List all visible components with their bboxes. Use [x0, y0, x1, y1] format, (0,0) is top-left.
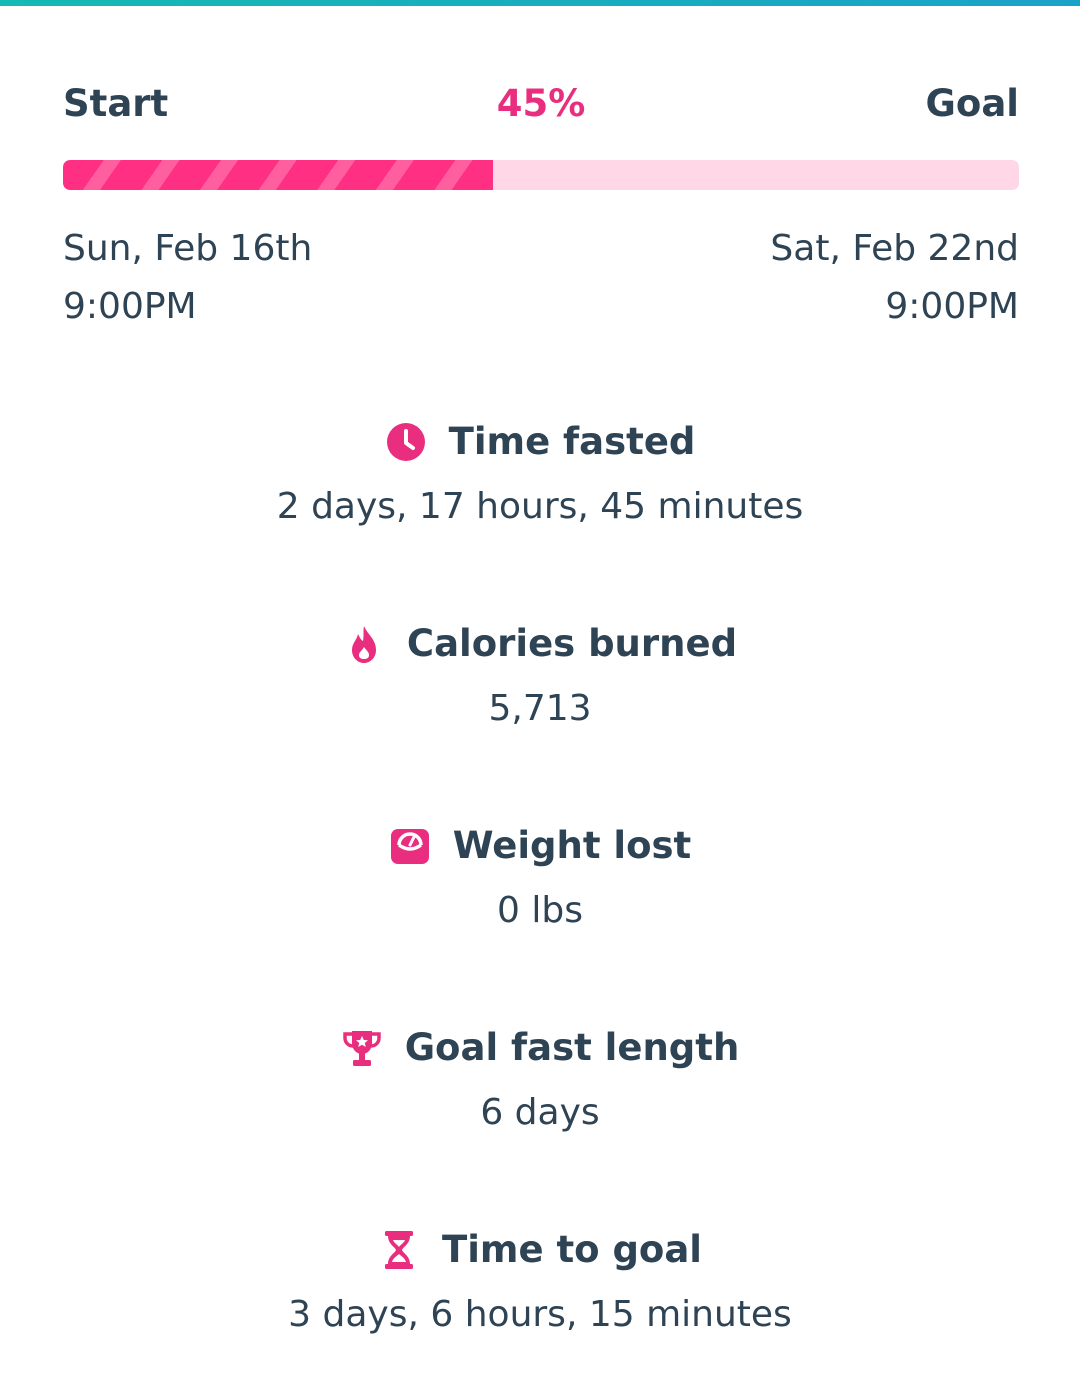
flame-icon [343, 623, 385, 665]
trophy-icon [341, 1027, 383, 1069]
fast-progress-screen: Start 45% Goal Sun, Feb 16th 9:00PM Sat,… [0, 0, 1080, 1383]
hourglass-icon [378, 1229, 420, 1271]
stat-title: Time fasted [448, 420, 696, 463]
progress-bar [63, 160, 1019, 190]
clock-icon [385, 421, 427, 463]
progress-header: Start 45% Goal [63, 80, 1019, 128]
stat-value: 2 days, 17 hours, 45 minutes [276, 486, 804, 527]
start-datetime: Sun, Feb 16th 9:00PM [63, 220, 312, 336]
stat-weight-lost: Weight lost 0 lbs [0, 822, 1080, 935]
progress-bar-fill [63, 160, 494, 190]
start-time: 9:00PM [63, 286, 197, 327]
stat-calories-burned: Calories burned 5,713 [0, 620, 1080, 733]
stat-title: Goal fast length [404, 1026, 740, 1069]
goal-datetime: Sat, Feb 22nd 9:00PM [770, 220, 1019, 336]
stat-time-to-goal: Time to goal 3 days, 6 hours, 15 minutes [0, 1226, 1080, 1339]
stat-value: 3 days, 6 hours, 15 minutes [288, 1294, 792, 1335]
stat-title: Time to goal [442, 1228, 702, 1271]
scale-icon [389, 825, 431, 867]
stat-value: 0 lbs [497, 890, 583, 931]
start-date: Sun, Feb 16th [63, 228, 313, 269]
stat-title: Calories burned [406, 622, 738, 665]
goal-time: 9:00PM [885, 286, 1019, 327]
stat-goal-fast-length: Goal fast length 6 days [0, 1024, 1080, 1137]
stat-title: Weight lost [452, 824, 692, 867]
top-accent-strip [0, 0, 1080, 6]
goal-date: Sat, Feb 22nd [770, 228, 1019, 269]
stat-value: 5,713 [488, 688, 592, 729]
stat-value: 6 days [480, 1092, 600, 1133]
progress-percent: 45% [496, 82, 586, 125]
goal-label: Goal [925, 82, 1019, 125]
stat-time-fasted: Time fasted 2 days, 17 hours, 45 minutes [0, 418, 1080, 531]
